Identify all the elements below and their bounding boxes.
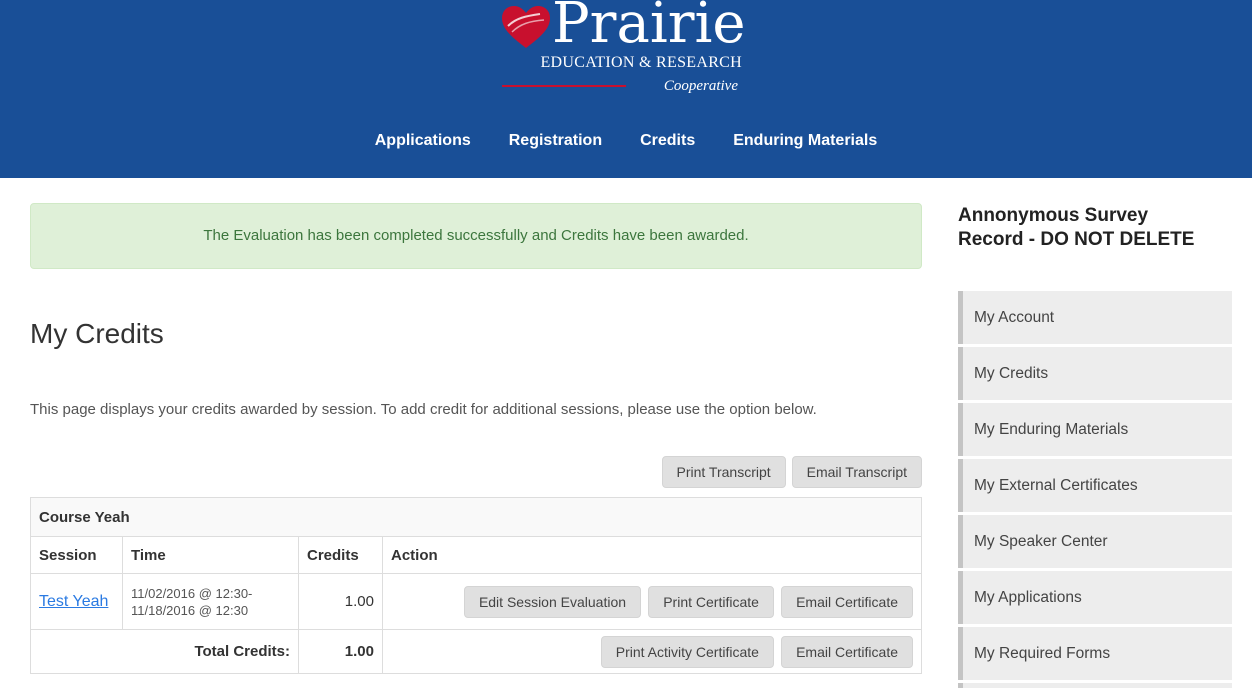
logo-tagline: Cooperative — [663, 78, 738, 94]
session-cell: Test Yeah — [30, 573, 123, 630]
column-header-action: Action — [382, 536, 922, 574]
email-transcript-button[interactable]: Email Transcript — [791, 456, 922, 488]
sidebar-item-my-required-forms[interactable]: My Required Forms — [958, 627, 1232, 680]
sidebar-item-my-enduring-materials[interactable]: My Enduring Materials — [958, 403, 1232, 456]
table-header-row: Session Time Credits Action — [30, 536, 922, 574]
sidebar-item-partial[interactable] — [958, 683, 1232, 688]
print-certificate-button[interactable]: Print Certificate — [648, 585, 774, 618]
sidebar-item-my-credits[interactable]: My Credits — [958, 347, 1232, 400]
nav-applications[interactable]: Applications — [356, 126, 490, 156]
main-nav: Applications Registration Credits Enduri… — [0, 126, 1252, 156]
logo-subtitle: EDUCATION & RESEARCH — [540, 54, 742, 71]
transcript-actions: Print Transcript Email Transcript — [661, 456, 922, 488]
nav-credits[interactable]: Credits — [621, 126, 714, 156]
sidebar-item-my-external-certificates[interactable]: My External Certificates — [958, 459, 1232, 512]
table-row: Test Yeah 11/02/2016 @ 12:30- 11/18/2016… — [30, 573, 922, 630]
sidebar-menu: My Account My Credits My Enduring Materi… — [958, 291, 1232, 688]
sidebar-item-my-applications[interactable]: My Applications — [958, 571, 1232, 624]
site-header: Prairie EDUCATION & RESEARCH Cooperative… — [0, 0, 1252, 178]
time-start: 11/02/2016 @ 12:30- — [131, 585, 253, 601]
logo-title: Prairie — [552, 0, 746, 56]
nav-registration[interactable]: Registration — [490, 126, 621, 156]
email-activity-certificate-button[interactable]: Email Certificate — [781, 635, 913, 668]
column-header-credits: Credits — [298, 536, 383, 574]
credits-cell: 1.00 — [298, 573, 383, 630]
heart-icon — [502, 6, 550, 48]
print-transcript-button[interactable]: Print Transcript — [661, 456, 786, 488]
success-alert: The Evaluation has been completed succes… — [30, 203, 922, 269]
credits-table: Course Yeah Session Time Credits Action … — [30, 497, 922, 674]
column-header-time: Time — [122, 536, 299, 574]
course-name: Course Yeah — [30, 497, 922, 537]
total-credits-label: Total Credits: — [30, 629, 299, 674]
sidebar-item-my-speaker-center[interactable]: My Speaker Center — [958, 515, 1232, 568]
page-description: This page displays your credits awarded … — [30, 401, 817, 418]
total-credits-value: 1.00 — [298, 629, 383, 674]
total-row: Total Credits: 1.00 Print Activity Certi… — [30, 629, 922, 674]
sidebar-item-my-account[interactable]: My Account — [958, 291, 1232, 344]
session-link[interactable]: Test Yeah — [39, 593, 108, 610]
edit-session-evaluation-button[interactable]: Edit Session Evaluation — [463, 585, 642, 618]
course-row: Course Yeah — [30, 497, 922, 537]
nav-enduring-materials[interactable]: Enduring Materials — [714, 126, 896, 156]
print-activity-certificate-button[interactable]: Print Activity Certificate — [600, 635, 774, 668]
time-end: 11/18/2016 @ 12:30 — [131, 602, 249, 618]
column-header-session: Session — [30, 536, 123, 574]
total-action-cell: Print Activity Certificate Email Certifi… — [382, 629, 922, 674]
prairie-logo[interactable]: Prairie EDUCATION & RESEARCH Cooperative — [494, 0, 754, 106]
email-certificate-button[interactable]: Email Certificate — [781, 585, 913, 618]
page-title: My Credits — [30, 318, 164, 349]
sidebar-title: Annonymous Survey Record - DO NOT DELETE — [958, 205, 1195, 250]
action-cell: Edit Session Evaluation Print Certificat… — [382, 573, 922, 630]
time-cell: 11/02/2016 @ 12:30- 11/18/2016 @ 12:30 — [122, 573, 299, 630]
